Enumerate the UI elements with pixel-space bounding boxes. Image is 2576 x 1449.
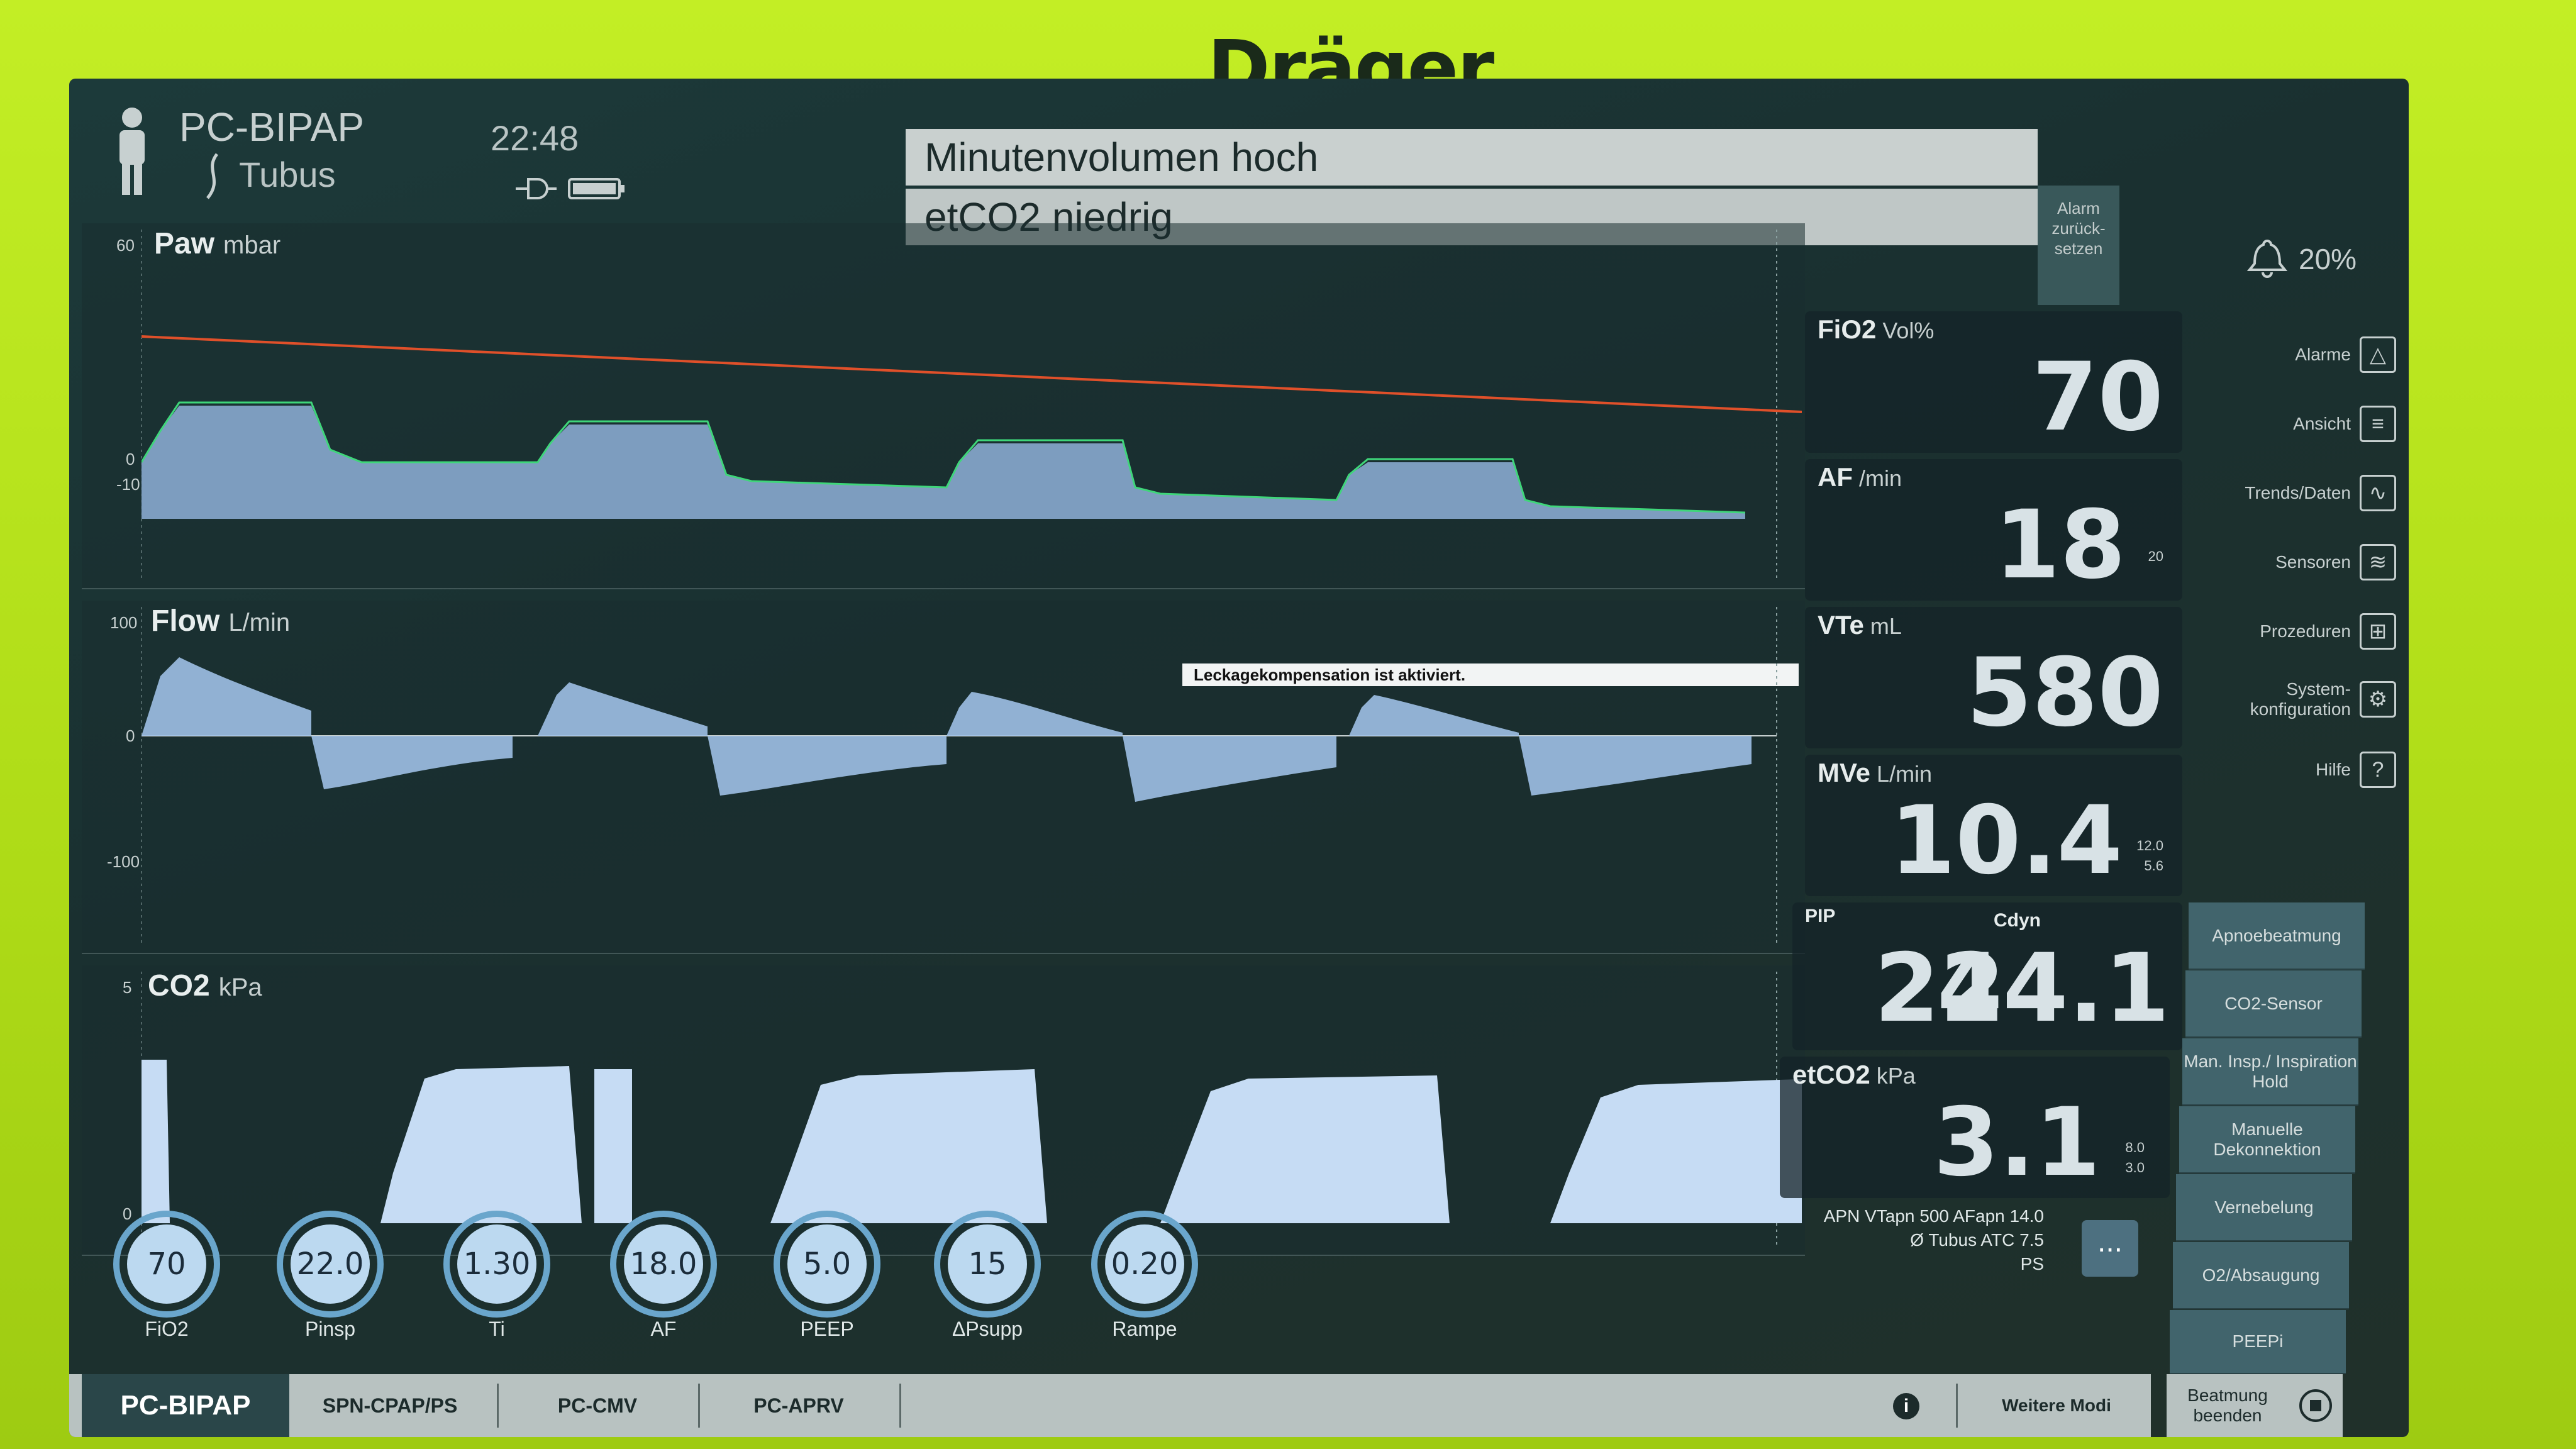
menu-item-alarme[interactable]: Alarme △ [2295, 336, 2396, 373]
pip-cdyn-tile[interactable]: PIP Cdyn 22 44.1 [1792, 902, 2182, 1050]
mve-value: 10.4 [1889, 786, 2123, 896]
knob-dpsupp[interactable]: 15 ΔPsupp [918, 1211, 1057, 1341]
knob-rampe[interactable]: 0.20 Rampe [1075, 1211, 1214, 1341]
view-icon: ≡ [2360, 406, 2396, 442]
info-icon[interactable]: i [1893, 1393, 1919, 1419]
co2-tick-max: 5 [123, 978, 132, 997]
peepi-button[interactable]: PEEPi [2170, 1310, 2346, 1374]
mve-tile[interactable]: MVe L/min 10.4 12.0 5.6 [1805, 755, 2182, 896]
manual-disconnect-button[interactable]: Manuelle Dekonnektion [2179, 1106, 2355, 1174]
more-modes-button[interactable]: Weitere Modi [1968, 1374, 2145, 1437]
tube-icon [206, 153, 219, 199]
fio2-tile[interactable]: FiO2 Vol% 70 [1805, 311, 2182, 453]
vte-value: 580 [1966, 638, 2163, 748]
paw-waveform-panel: Paw mbar 60 0 -10 [82, 223, 1805, 589]
knob-pinsp[interactable]: 22.0 Pinsp [261, 1211, 399, 1341]
alarm-reset-button[interactable]: Alarm zurück- setzen [2038, 186, 2119, 305]
tab-pc-cmv[interactable]: PC-CMV [503, 1374, 692, 1437]
knob-peep[interactable]: 5.0 PEEP [758, 1211, 896, 1341]
etco2-value: 3.1 [1933, 1088, 2101, 1197]
airway-type: Tubus [239, 155, 336, 194]
ps-settings: PS [2020, 1254, 2044, 1274]
cdyn-value: 44.1 [1936, 934, 2170, 1043]
power-battery-icon [516, 178, 625, 199]
knob-af[interactable]: 18.0 AF [594, 1211, 733, 1341]
cdyn-label: Cdyn [1994, 910, 2041, 931]
paw-tick-zero: 0 [126, 450, 135, 469]
co2-sensor-button[interactable]: CO2-Sensor [2185, 970, 2362, 1038]
knob-fio2[interactable]: 70 FiO2 [97, 1211, 236, 1341]
knob-ti[interactable]: 1.30 Ti [428, 1211, 566, 1341]
right-menu: Alarme △ Ansicht ≡ Trends/Daten ∿ Sensor… [2195, 336, 2396, 915]
menu-item-systemkonfiguration[interactable]: System- konfiguration ⚙ [2250, 679, 2396, 719]
menu-item-hilfe[interactable]: Hilfe ? [2316, 752, 2396, 788]
etco2-tile[interactable]: etCO2 kPa 3.1 8.0 3.0 [1780, 1057, 2170, 1198]
sensors-icon: ≋ [2360, 544, 2396, 580]
alarm-message-1[interactable]: Minutenvolumen hoch [906, 129, 2038, 186]
manual-inspiration-hold-button[interactable]: Man. Insp./ Inspiration Hold [2182, 1038, 2358, 1106]
more-settings-button[interactable]: ... [2082, 1220, 2138, 1277]
procedures-icon: ⊞ [2360, 613, 2396, 650]
apnoebeatmung-button[interactable]: Apnoebeatmung [2189, 902, 2365, 970]
menu-item-prozeduren[interactable]: Prozeduren ⊞ [2260, 613, 2396, 650]
o2-percent-indicator: 20% [2299, 243, 2357, 275]
flow-tick-max: 100 [110, 613, 138, 632]
ventilation-mode: PC-BIPAP [179, 104, 364, 150]
additional-settings-info: APN VTapn 500 AFapn 14.0 Ø Tubus ATC 7.5… [1767, 1204, 2044, 1276]
nebulizer-button[interactable]: Vernebelung [2176, 1174, 2352, 1241]
af-value: 18 [1994, 491, 2126, 600]
mve-limit-low: 5.6 [2144, 858, 2163, 874]
o2-suction-button[interactable]: O2/Absaugung [2173, 1242, 2349, 1309]
flow-tick-zero: 0 [126, 726, 135, 745]
tab-pc-bipap[interactable]: PC-BIPAP [82, 1374, 289, 1437]
menu-item-trends[interactable]: Trends/Daten ∿ [2245, 475, 2396, 511]
menu-item-sensoren[interactable]: Sensoren ≋ [2275, 544, 2396, 580]
clock: 22:48 [491, 118, 579, 158]
etco2-limit-high: 8.0 [2125, 1140, 2145, 1155]
mode-tab-bar: PC-BIPAP SPN-CPAP/PS PC-CMV PC-APRV i We… [69, 1374, 2151, 1437]
vte-tile[interactable]: VTe mL 580 [1805, 607, 2182, 748]
patient-icon[interactable] [107, 104, 157, 198]
alarm-icon: △ [2360, 336, 2396, 373]
af-tile[interactable]: AF/min 18 20 [1805, 459, 2182, 601]
flow-waveform-panel: Flow L/min 100 0 -100 Leckagekompensation… [82, 601, 1805, 954]
stop-ventilation-button[interactable]: Beatmung beenden [2167, 1374, 2343, 1437]
fio2-value: 70 [2032, 343, 2163, 452]
paw-waveform [142, 230, 1802, 582]
paw-tick-max: 60 [116, 236, 135, 255]
etco2-limit-low: 3.0 [2125, 1160, 2145, 1175]
tube-atc-settings: Ø Tubus ATC 7.5 [1910, 1230, 2044, 1250]
stop-icon [2299, 1389, 2332, 1422]
af-limit: 20 [2148, 548, 2163, 564]
paw-tick-min: -10 [116, 475, 140, 494]
mve-limit-high: 12.0 [2136, 838, 2163, 853]
bell-icon[interactable] [2245, 236, 2289, 280]
settings-knobs: 70 FiO2 22.0 Pinsp 1.30 Ti 18.0 AF 5.0 P… [97, 1211, 1355, 1368]
pip-label: PIP [1805, 906, 1836, 926]
menu-item-ansicht[interactable]: Ansicht ≡ [2293, 406, 2396, 442]
apnea-settings: APN VTapn 500 AFapn 14.0 [1823, 1206, 2044, 1226]
tab-spn-cpap-ps[interactable]: SPN-CPAP/PS [296, 1374, 484, 1437]
help-icon: ? [2360, 752, 2396, 788]
trends-icon: ∿ [2360, 475, 2396, 511]
flow-tick-min: -100 [107, 852, 140, 871]
system-config-icon: ⚙ [2360, 681, 2396, 718]
tab-pc-aprv[interactable]: PC-APRV [704, 1374, 893, 1437]
ventilator-screen: PC-BIPAP Tubus 22:48 Minutenvolumen hoch… [69, 79, 2409, 1437]
flow-waveform [142, 607, 1777, 947]
